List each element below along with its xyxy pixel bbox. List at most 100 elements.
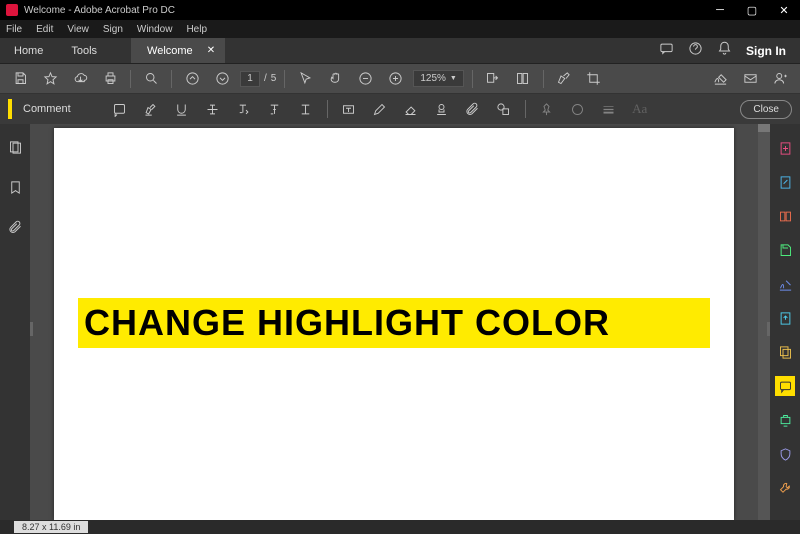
scan-icon[interactable] (775, 410, 795, 430)
create-pdf-icon[interactable] (775, 138, 795, 158)
more-tools-icon[interactable] (775, 478, 795, 498)
right-panel-handle[interactable] (767, 322, 770, 336)
mail-icon[interactable] (738, 67, 762, 91)
left-panel-handle[interactable] (30, 322, 33, 336)
line-weight-icon[interactable] (597, 97, 621, 121)
window-title: Welcome - Adobe Acrobat Pro DC (24, 5, 175, 16)
combine-icon[interactable] (775, 342, 795, 362)
tab-tools[interactable]: Tools (57, 38, 111, 63)
comment-toolbar: Comment Aa Close (0, 94, 800, 124)
underline-icon[interactable] (170, 97, 194, 121)
send-icon[interactable] (775, 308, 795, 328)
attach-icon[interactable] (461, 97, 485, 121)
page-total: 5 (271, 73, 277, 84)
shapes-icon[interactable] (492, 97, 516, 121)
attachment-icon[interactable] (8, 220, 23, 238)
page-dimensions: 8.27 x 11.69 in (14, 521, 88, 533)
highlight-quick-icon[interactable] (552, 67, 576, 91)
page-number: / 5 (240, 71, 276, 87)
status-bar: 8.27 x 11.69 in (0, 520, 800, 534)
window-controls: ─ ▢ ✕ (704, 4, 800, 17)
page-up-icon[interactable] (180, 67, 204, 91)
menu-window[interactable]: Window (137, 24, 173, 35)
separator (284, 70, 285, 88)
bell-icon[interactable] (717, 41, 732, 61)
menu-help[interactable]: Help (186, 24, 207, 35)
zoom-out-icon[interactable] (353, 67, 377, 91)
fit-page-icon[interactable] (511, 67, 535, 91)
menu-sign[interactable]: Sign (103, 24, 123, 35)
title-bar: Welcome - Adobe Acrobat Pro DC ─ ▢ ✕ (0, 0, 800, 20)
stamp-icon[interactable] (430, 97, 454, 121)
crop-icon[interactable] (582, 67, 606, 91)
fill-sign-icon[interactable] (775, 274, 795, 294)
organize-icon[interactable] (775, 240, 795, 260)
separator (171, 70, 172, 88)
zoom-dropdown[interactable]: 125%▼ (413, 70, 464, 87)
highlight-icon[interactable] (139, 97, 163, 121)
edit-pdf-icon[interactable] (775, 172, 795, 192)
cloud-icon[interactable] (68, 67, 92, 91)
share-user-icon[interactable] (768, 67, 792, 91)
maximize-button[interactable]: ▢ (736, 4, 768, 17)
star-icon[interactable] (38, 67, 62, 91)
minimize-button[interactable]: ─ (704, 4, 736, 17)
sign-in-button[interactable]: Sign In (746, 44, 786, 58)
zoom-in-icon[interactable] (383, 67, 407, 91)
close-window-button[interactable]: ✕ (768, 4, 800, 17)
document-area[interactable]: CHANGE HIGHLIGHT COLOR (30, 124, 758, 520)
pencil-icon[interactable] (368, 97, 392, 121)
pdf-page: CHANGE HIGHLIGHT COLOR (54, 128, 734, 520)
main-toolbar: / 5 125%▼ (0, 64, 800, 94)
tab-document[interactable]: Welcome ✕ (131, 38, 225, 63)
separator (543, 70, 544, 88)
tab-close-icon[interactable]: ✕ (207, 45, 215, 56)
save-icon[interactable] (8, 67, 32, 91)
workspace: CHANGE HIGHLIGHT COLOR (0, 124, 800, 520)
fit-width-icon[interactable] (481, 67, 505, 91)
text-box-icon[interactable] (337, 97, 361, 121)
text-style-icon[interactable]: Aa (628, 97, 652, 121)
pin-icon[interactable] (535, 97, 559, 121)
right-sidebar (770, 124, 800, 520)
thumbnails-icon[interactable] (8, 140, 23, 158)
chat-icon[interactable] (659, 41, 674, 61)
protect-icon[interactable] (775, 444, 795, 464)
tab-document-label: Welcome (147, 45, 193, 57)
close-button[interactable]: Close (740, 100, 792, 119)
hand-icon[interactable] (323, 67, 347, 91)
page-down-icon[interactable] (210, 67, 234, 91)
sign-icon[interactable] (708, 67, 732, 91)
insert-text-icon[interactable] (263, 97, 287, 121)
text-comment-icon[interactable] (294, 97, 318, 121)
eraser-icon[interactable] (399, 97, 423, 121)
separator (130, 70, 131, 88)
app-icon (6, 4, 18, 16)
help-icon[interactable] (688, 41, 703, 61)
menu-file[interactable]: File (6, 24, 22, 35)
menu-view[interactable]: View (67, 24, 89, 35)
menu-edit[interactable]: Edit (36, 24, 53, 35)
sticky-note-icon[interactable] (108, 97, 132, 121)
page-current-input[interactable] (240, 71, 260, 87)
comment-accent (8, 99, 12, 119)
strikethrough-icon[interactable] (201, 97, 225, 121)
comment-label: Comment (23, 103, 71, 115)
print-icon[interactable] (98, 67, 122, 91)
replace-text-icon[interactable] (232, 97, 256, 121)
separator (327, 100, 328, 118)
color-icon[interactable] (566, 97, 590, 121)
export-pdf-icon[interactable] (775, 206, 795, 226)
comment-tool-icon[interactable] (775, 376, 795, 396)
page-sep: / (264, 73, 267, 84)
tab-home[interactable]: Home (0, 38, 57, 63)
tab-row: Home Tools Welcome ✕ Sign In (0, 38, 800, 64)
separator (525, 100, 526, 118)
left-sidebar (0, 124, 30, 520)
search-icon[interactable] (139, 67, 163, 91)
highlighted-text[interactable]: CHANGE HIGHLIGHT COLOR (78, 298, 710, 348)
bookmark-icon[interactable] (8, 180, 23, 198)
menu-bar: File Edit View Sign Window Help (0, 20, 800, 38)
pointer-icon[interactable] (293, 67, 317, 91)
separator (472, 70, 473, 88)
